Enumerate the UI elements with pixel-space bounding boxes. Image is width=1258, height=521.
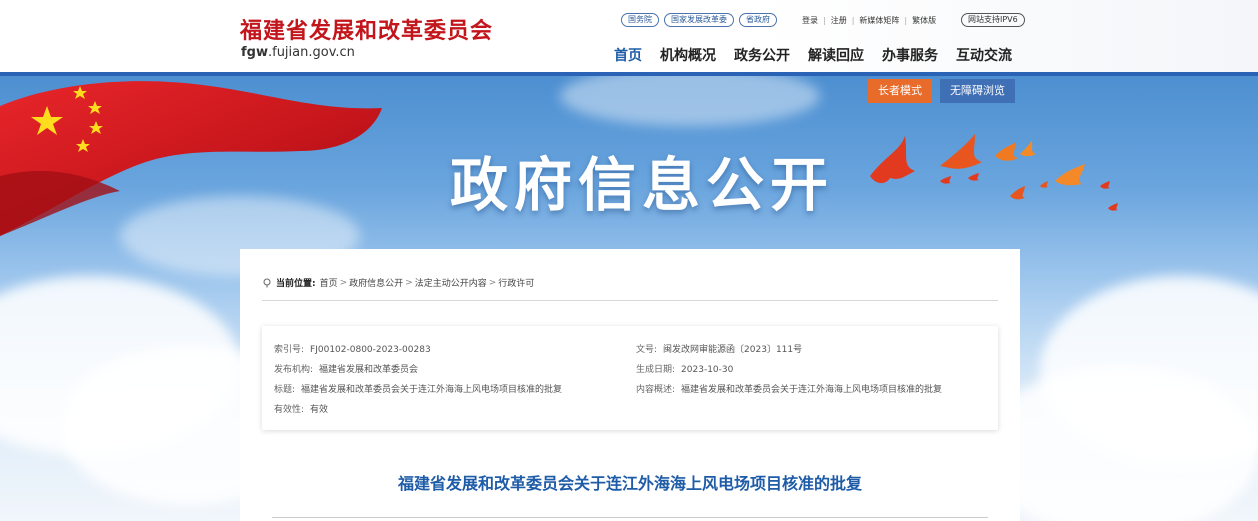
meta-publisher: 发布机构: 福建省发展和改革委员会 [274, 362, 418, 375]
nav-services[interactable]: 办事服务 [882, 45, 938, 65]
breadcrumb-home[interactable]: 首页 [320, 276, 338, 289]
meta-validity: 有效性: 有效 [274, 402, 328, 415]
meta-value: FJ00102-0800-2023-00283 [310, 345, 431, 355]
meta-label: 文号: [636, 345, 658, 355]
banner-title: 政府信息公开 [450, 151, 835, 219]
meta-value: 有效 [310, 405, 329, 415]
new-media-link[interactable]: 新媒体矩阵 [859, 15, 899, 26]
article-title: 福建省发展和改革委员会关于连江外海海上风电场项目核准的批复 [397, 474, 862, 493]
meta-index-no: 索引号: FJ00102-0800-2023-00283 [274, 342, 431, 355]
meta-title: 标题: 福建省发展和改革委员会关于连江外海海上风电场项目核准的批复 [274, 382, 562, 395]
divider: | [823, 16, 826, 25]
divider: | [904, 16, 908, 25]
site-domain: fgw.fujian.gov.cn [241, 45, 355, 60]
doves-icon [870, 134, 1118, 211]
meta-value: 闽发改网审能源函〔2023〕111号 [663, 345, 803, 355]
title-divider [272, 517, 988, 518]
breadcrumb-gov-info[interactable]: 政府信息公开 [349, 276, 403, 289]
traditional-chinese-link[interactable]: 繁体版 [912, 15, 936, 26]
meta-label: 索引号: [274, 345, 305, 355]
meta-date: 生成日期: 2023-10-30 [636, 362, 733, 375]
meta-value: 福建省发展和改革委员会关于连江外海海上风电场项目核准的批复 [301, 385, 563, 395]
main-nav: 首页 机构概况 政务公开 解读回应 办事服务 互动交流 [614, 45, 1012, 65]
domain-rest: .fujian.gov.cn [267, 45, 355, 60]
meta-label: 发布机构: [274, 365, 314, 375]
nav-interpretation[interactable]: 解读回应 [808, 45, 864, 65]
breadcrumb-separator: > [339, 277, 348, 288]
link-state-council[interactable]: 国务院 [621, 13, 659, 27]
nav-interaction[interactable]: 互动交流 [956, 45, 1012, 65]
ipv6-badge: 网站支持IPV6 [961, 13, 1025, 27]
nav-gov-affairs[interactable]: 政务公开 [734, 45, 790, 65]
util-links: 登录 | 注册 | 新媒体矩阵 | 繁体版 [802, 15, 936, 26]
login-link[interactable]: 登录 [802, 15, 818, 26]
nav-home[interactable]: 首页 [614, 45, 642, 65]
meta-value: 2023-10-30 [681, 365, 734, 375]
meta-label: 有效性: [274, 405, 305, 415]
content-card: 当前位置: 首页 > 政府信息公开 > 法定主动公开内容 > 行政许可 索引号:… [240, 249, 1020, 521]
register-link[interactable]: 注册 [831, 15, 847, 26]
elder-mode-button[interactable]: 长者模式 [868, 79, 932, 103]
breadcrumb-separator: > [488, 277, 497, 288]
link-province-gov[interactable]: 省政府 [739, 13, 777, 27]
breadcrumb-statutory[interactable]: 法定主动公开内容 [415, 276, 487, 289]
divider: | [851, 16, 855, 25]
link-ndrc[interactable]: 国家发展改革委 [664, 13, 734, 27]
meta-value: 福建省发展和改革委员会 [319, 365, 419, 375]
meta-doc-no: 文号: 闽发改网审能源函〔2023〕111号 [636, 342, 802, 355]
meta-label: 生成日期: [636, 365, 676, 375]
red-flag-icon [0, 81, 382, 236]
nav-organization[interactable]: 机构概况 [660, 45, 716, 65]
top-links: 国务院 国家发展改革委 省政府 [621, 13, 777, 27]
cloud-decoration [980, 366, 1258, 521]
location-pin-icon [263, 278, 271, 287]
breadcrumb: 当前位置: 首页 > 政府信息公开 > 法定主动公开内容 > 行政许可 [262, 276, 534, 289]
document-metadata: 索引号: FJ00102-0800-2023-00283 文号: 闽发改网审能源函〔… [262, 326, 998, 430]
breadcrumb-divider [262, 300, 998, 301]
domain-bold: fgw [241, 45, 268, 60]
breadcrumb-separator: > [405, 277, 413, 288]
site-title[interactable]: 福建省发展和改革委员会 [240, 13, 493, 45]
breadcrumb-admin-license[interactable]: 行政许可 [498, 276, 534, 289]
cloud-decoration [560, 76, 820, 126]
meta-label: 内容概述: [636, 385, 676, 395]
site-header: 福建省发展和改革委员会 fgw.fujian.gov.cn 国务院 国家发展改革… [0, 0, 1258, 72]
meta-value: 福建省发展和改革委员会关于连江外海海上风电场项目核准的批复 [681, 385, 943, 395]
breadcrumb-label: 当前位置: [276, 279, 316, 289]
meta-label: 标题: [274, 385, 296, 395]
meta-summary: 内容概述: 福建省发展和改革委员会关于连江外海海上风电场项目核准的批复 [636, 382, 942, 395]
accessible-browsing-button[interactable]: 无障碍浏览 [940, 79, 1015, 103]
